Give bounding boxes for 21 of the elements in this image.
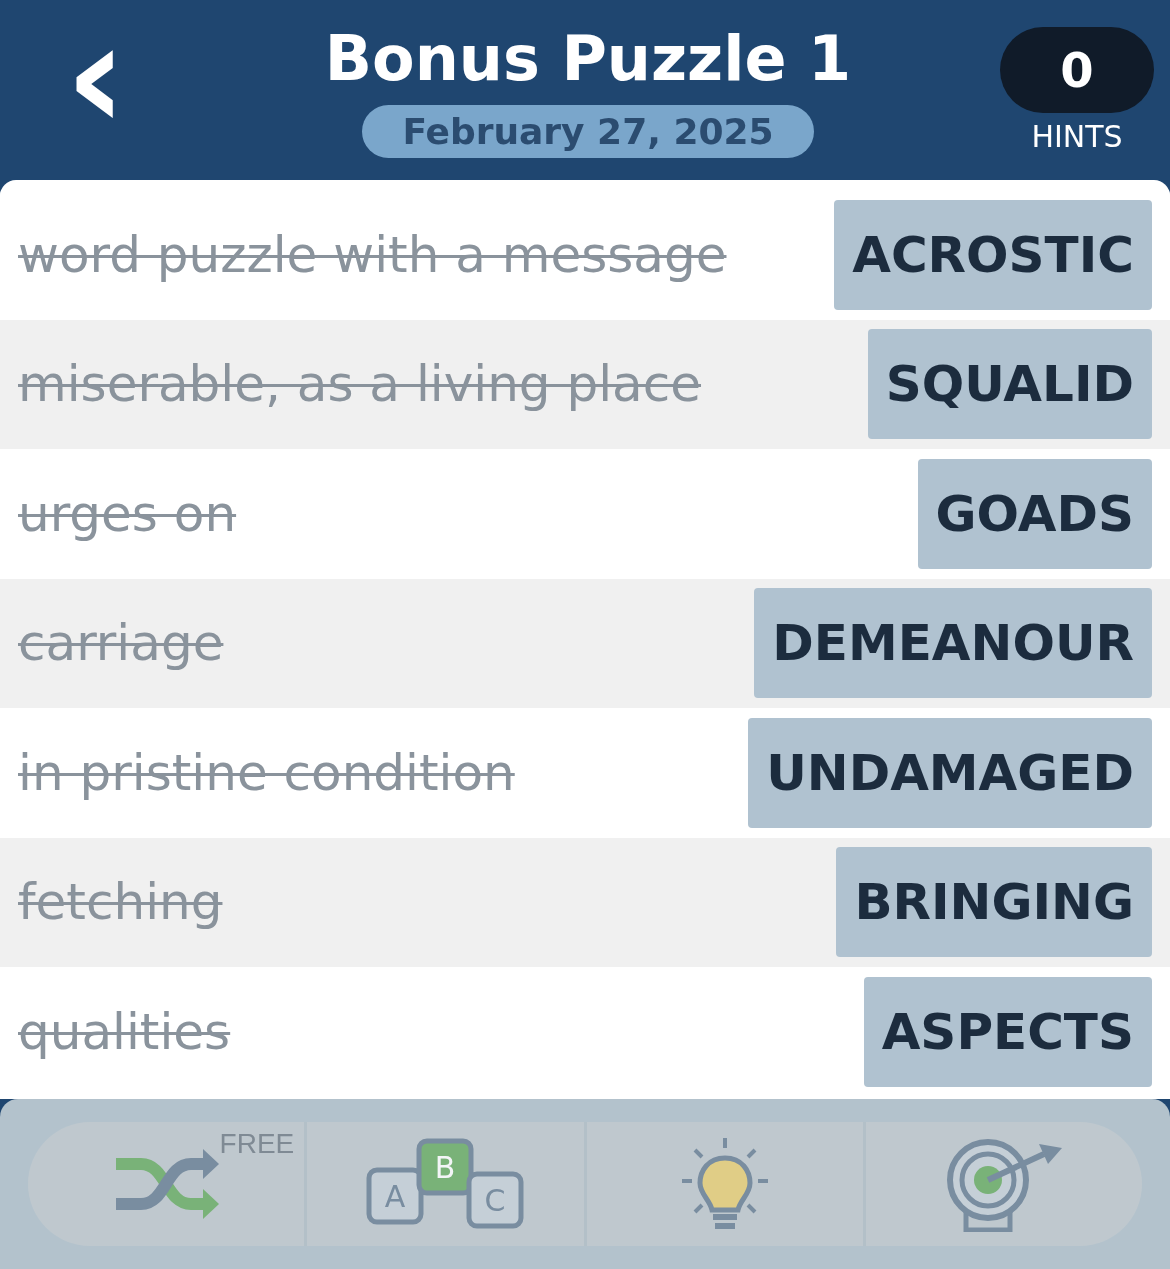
clue-text: miserable, as a living place [18, 355, 701, 414]
answer-tile: BRINGING [836, 847, 1152, 958]
lightbulb-icon [679, 1136, 770, 1232]
clue-text: urges on [18, 484, 237, 543]
answer-tile: ACROSTIC [834, 199, 1152, 310]
answer-tile: ASPECTS [863, 976, 1152, 1087]
free-label: FREE [219, 1128, 295, 1160]
answer-tile: DEMEANOUR [754, 588, 1152, 699]
hints-count: 0 [1000, 26, 1154, 113]
clue-text: carriage [18, 614, 224, 673]
clue-text: word puzzle with a message [18, 225, 727, 284]
clue-text: in pristine condition [18, 743, 515, 802]
clue-text: fetching [18, 873, 223, 932]
answer-tile: GOADS [917, 458, 1152, 569]
answer-tile: UNDAMAGED [748, 717, 1152, 828]
date-label: February 27, 2025 [362, 105, 814, 158]
puzzle-title: Bonus Puzzle 1 [324, 22, 852, 95]
hints-label: HINTS [1031, 118, 1123, 154]
clue-text: qualities [18, 1002, 231, 1061]
answer-tile: SQUALID [867, 329, 1152, 440]
back-button[interactable]: ‹ [56, 1, 136, 179]
